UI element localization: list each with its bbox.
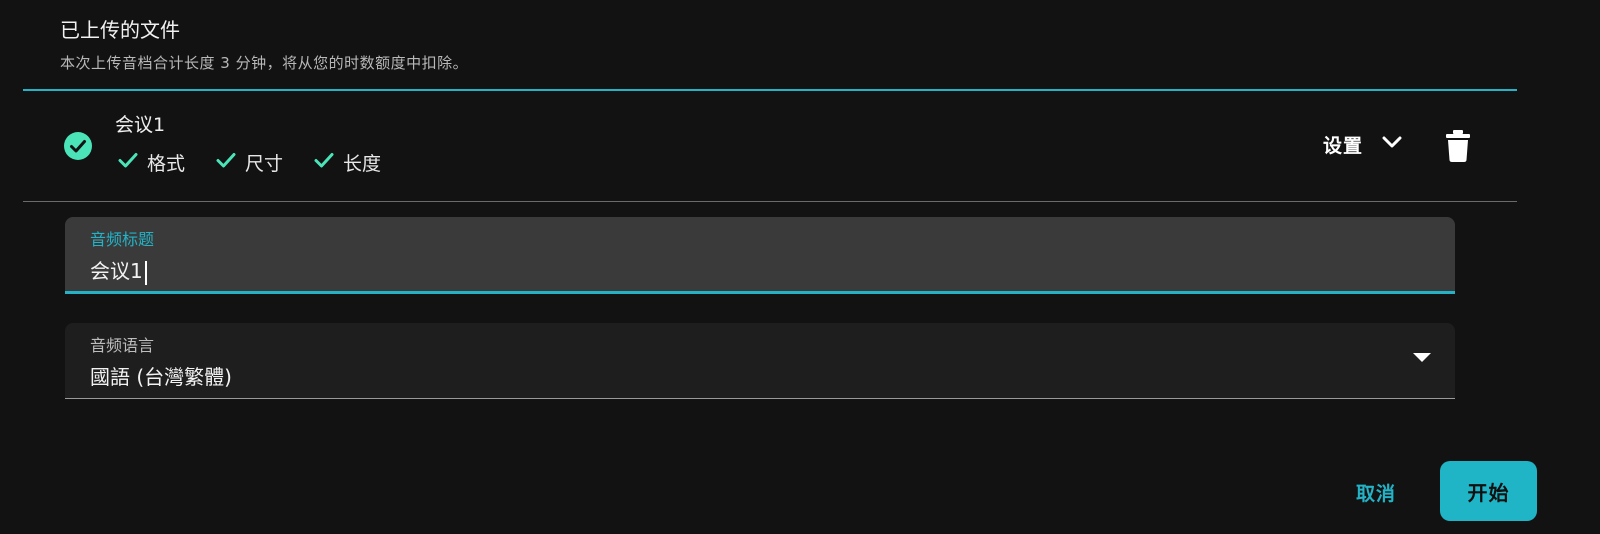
audio-title-label: 音频标题 — [90, 230, 155, 249]
check-size: 尺寸 — [215, 149, 283, 176]
file-row: 会议1 格式 尺寸 长度 设置 — [23, 91, 1517, 201]
trash-icon[interactable] — [1443, 129, 1473, 163]
section-title: 已上传的文件 — [60, 18, 180, 42]
audio-title-field[interactable]: 音频标题 会议1 — [65, 217, 1455, 294]
settings-toggle-button[interactable]: 设置 — [1323, 129, 1405, 159]
text-caret — [144, 260, 147, 285]
upload-dialog: 已上传的文件 本次上传音档合计长度 3 分钟，将从您的时数额度中扣除。 会议1 … — [0, 0, 1600, 534]
check-circle-icon — [63, 131, 93, 161]
check-icon — [117, 149, 139, 176]
audio-language-select[interactable]: 音频语言 國語 (台灣繁體) — [65, 323, 1455, 399]
check-label: 尺寸 — [245, 153, 284, 175]
uploaded-files-header: 已上传的文件 本次上传音档合计长度 3 分钟，将从您的时数额度中扣除。 — [60, 14, 1540, 74]
check-icon — [313, 149, 335, 176]
audio-language-label: 音频语言 — [90, 336, 155, 355]
settings-label: 设置 — [1323, 134, 1364, 157]
chevron-down-icon — [1379, 129, 1405, 159]
check-length: 长度 — [313, 149, 381, 176]
cancel-button[interactable]: 取消 — [1336, 472, 1416, 512]
check-format: 格式 — [117, 149, 185, 176]
check-icon — [215, 149, 237, 176]
check-label: 长度 — [343, 153, 382, 175]
file-row-divider — [23, 201, 1517, 202]
file-name: 会议1 — [115, 114, 166, 136]
section-subtitle: 本次上传音档合计长度 3 分钟，将从您的时数额度中扣除。 — [60, 54, 469, 72]
audio-title-value: 会议1 — [90, 259, 143, 283]
start-button[interactable]: 开始 — [1440, 461, 1537, 521]
check-label: 格式 — [147, 153, 186, 175]
file-checks: 格式 尺寸 长度 — [117, 149, 381, 176]
dropdown-arrow-icon — [1413, 353, 1431, 362]
audio-language-value: 國語 (台灣繁體) — [90, 365, 232, 389]
audio-title-input[interactable]: 会议1 — [90, 257, 1390, 285]
